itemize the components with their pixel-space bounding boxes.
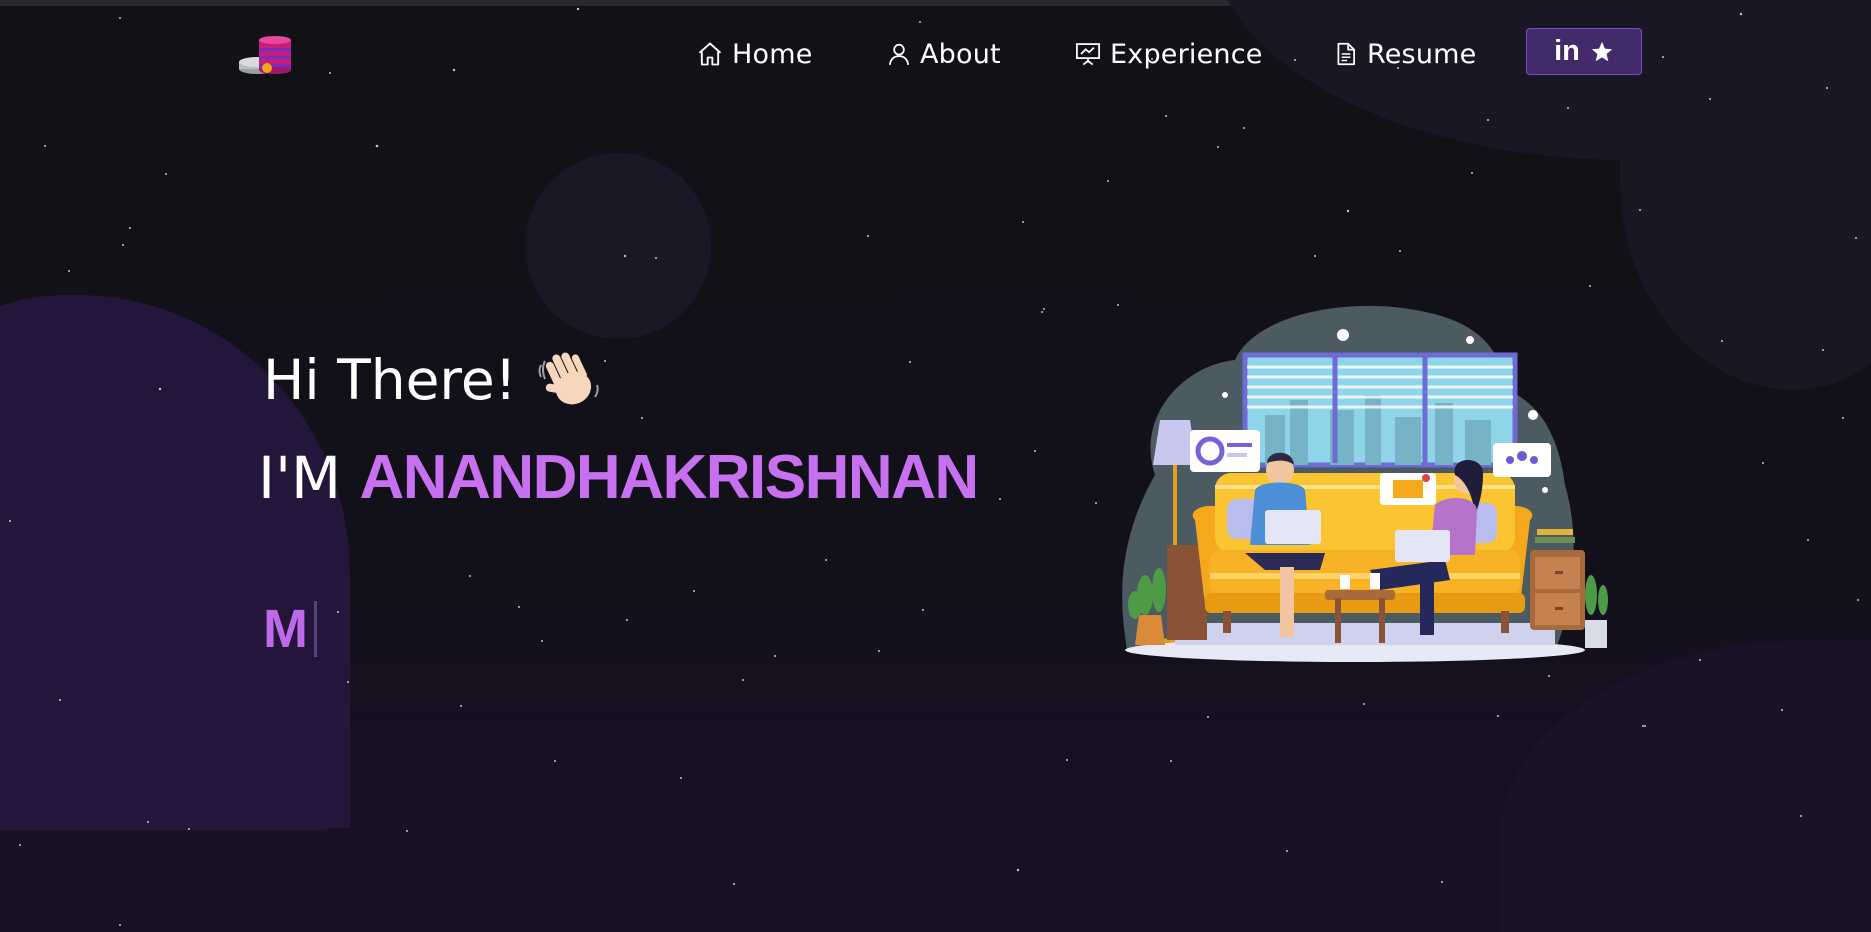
nav-home-label: Home [732,38,813,70]
typing-cursor [313,601,317,657]
nav-resume[interactable]: Resume [1333,34,1476,74]
waving-hand-icon [538,352,599,405]
nav-home[interactable]: Home [696,34,813,74]
nav-resume-label: Resume [1367,38,1477,70]
nav-experience[interactable]: Experience [1074,34,1263,74]
name-prefix: I'M [258,444,342,512]
user-icon [888,43,910,66]
nav-about[interactable]: About [886,34,1001,74]
linkedin-star-button[interactable]: in [1526,28,1642,75]
document-icon [1337,42,1355,66]
database-coins-logo[interactable] [235,36,297,76]
presentation-icon [1076,43,1100,66]
name-text: ANANDHAKRISHNAN [359,443,980,512]
typewriter-text: M [263,598,317,660]
nav-about-label: About [920,38,1001,70]
navbar: Home About Experience Resume in [0,0,1871,100]
greeting-text: Hi There! [263,348,517,412]
hero-greeting: Hi There! [263,345,605,415]
page: Home About Experience Resume in Hi There… [0,0,1871,932]
hero-name: I'M ANANDHAKRISHNAN [258,442,980,513]
nav-experience-label: Experience [1110,38,1263,70]
typed-text: M [263,599,308,659]
hero-illustration [1122,305,1608,662]
home-icon [698,42,722,66]
star-icon [1591,41,1613,61]
linkedin-icon: in [1554,35,1580,67]
